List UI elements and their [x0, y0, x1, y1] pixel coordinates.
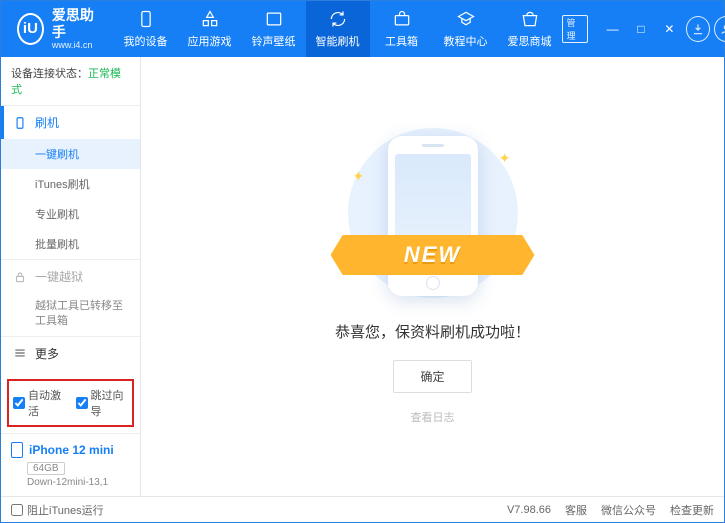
close-icon[interactable]: ✕	[657, 16, 681, 42]
support-link[interactable]: 客服	[565, 502, 587, 518]
nav-label: 应用游戏	[188, 33, 232, 49]
nav-label: 智能刷机	[316, 33, 360, 49]
sidebar-item-pro[interactable]: 专业刷机	[1, 199, 140, 229]
sidebar: 设备连接状态：正常模式 刷机 一键刷机 iTunes刷机 专业刷机 批量刷机 一…	[1, 57, 141, 496]
nav-label: 我的设备	[124, 33, 168, 49]
vip-badge[interactable]: 管理	[562, 15, 589, 43]
body: 设备连接状态：正常模式 刷机 一键刷机 iTunes刷机 专业刷机 批量刷机 一…	[1, 57, 724, 496]
wechat-link[interactable]: 微信公众号	[601, 502, 656, 518]
new-ribbon: NEW	[331, 235, 535, 275]
nav-label: 工具箱	[385, 33, 418, 49]
device-card[interactable]: iPhone 12 mini 64GB Down-12mini-13,1	[1, 433, 140, 496]
statusbar: 阻止iTunes运行 V7.98.66 客服 微信公众号 检查更新	[1, 496, 724, 522]
checkbox-input[interactable]	[13, 397, 25, 409]
sidebar-head-label: 更多	[35, 345, 59, 362]
check-update-link[interactable]: 检查更新	[670, 502, 714, 518]
device-name: iPhone 12 mini	[11, 442, 130, 458]
sidebar-item-batch[interactable]: 批量刷机	[1, 229, 140, 259]
nav-flash[interactable]: 智能刷机	[306, 1, 370, 57]
checkbox-input[interactable]	[76, 397, 88, 409]
chk-label: 跳过向导	[91, 387, 129, 419]
checkbox-input[interactable]	[11, 504, 23, 516]
sidebar-head-label: 一键越狱	[35, 268, 83, 285]
content-area: ✦ ✦ NEW 恭喜您，保资料刷机成功啦！ 确定 查看日志	[141, 57, 724, 496]
nav-apps[interactable]: 应用游戏	[178, 1, 242, 57]
chk-skip-guide[interactable]: 跳过向导	[76, 387, 129, 419]
maximize-icon[interactable]: □	[629, 16, 653, 42]
chk-label: 阻止iTunes运行	[27, 502, 104, 518]
sidebar-head-flash[interactable]: 刷机	[1, 106, 140, 139]
user-icon[interactable]	[714, 16, 725, 42]
chk-label: 自动激活	[28, 387, 66, 419]
nav-label: 教程中心	[444, 33, 488, 49]
app-name: 爱思助手	[52, 7, 98, 41]
sidebar-item-other[interactable]: 其他工具	[1, 370, 140, 373]
apps-icon	[200, 9, 220, 29]
nav-my-device[interactable]: 我的设备	[114, 1, 178, 57]
confirm-button[interactable]: 确定	[393, 360, 471, 393]
device-model: Down-12mini-13,1	[27, 477, 130, 488]
chk-auto-activate[interactable]: 自动激活	[13, 387, 66, 419]
nav-store[interactable]: 爱思商城	[498, 1, 562, 57]
logo-text: 爱思助手 www.i4.cn	[52, 7, 98, 51]
conn-label: 设备连接状态：	[11, 68, 88, 80]
store-icon	[520, 9, 540, 29]
connection-state: 设备连接状态：正常模式	[1, 57, 140, 106]
nav-tutorials[interactable]: 教程中心	[434, 1, 498, 57]
success-message: 恭喜您，保资料刷机成功啦！	[335, 321, 530, 342]
sparkle-icon: ✦	[499, 150, 511, 167]
nav-toolbox[interactable]: 工具箱	[370, 1, 434, 57]
nav-label: 爱思商城	[508, 33, 552, 49]
jailbreak-note: 越狱工具已转移至工具箱	[1, 293, 140, 336]
chk-block-itunes[interactable]: 阻止iTunes运行	[11, 502, 104, 518]
app-url: www.i4.cn	[52, 40, 98, 51]
logo-icon: iU	[17, 13, 44, 45]
download-icon[interactable]	[686, 16, 711, 42]
minimize-icon[interactable]: —	[600, 16, 624, 42]
refresh-icon	[328, 9, 348, 29]
toolbox-icon	[392, 9, 412, 29]
phone-icon	[136, 9, 156, 29]
main-nav: 我的设备 应用游戏 铃声壁纸 智能刷机 工具箱 教程中心 爱思商城	[114, 1, 562, 57]
illustration: ✦ ✦ NEW	[343, 128, 523, 303]
window-controls: 管理 — □ ✕	[562, 15, 725, 43]
sidebar-head-more[interactable]: 更多	[1, 337, 140, 370]
app-window: iU 爱思助手 www.i4.cn 我的设备 应用游戏 铃声壁纸 智能刷机 工具…	[0, 0, 725, 523]
titlebar: iU 爱思助手 www.i4.cn 我的设备 应用游戏 铃声壁纸 智能刷机 工具…	[1, 1, 724, 57]
tutorial-icon	[456, 9, 476, 29]
sparkle-icon: ✦	[353, 168, 365, 185]
view-log-link[interactable]: 查看日志	[411, 409, 455, 425]
wallpaper-icon	[264, 9, 284, 29]
sidebar-head-label: 刷机	[35, 114, 59, 131]
nav-ringtones[interactable]: 铃声壁纸	[242, 1, 306, 57]
sidebar-item-itunes[interactable]: iTunes刷机	[1, 169, 140, 199]
sidebar-item-oneclick[interactable]: 一键刷机	[1, 139, 140, 169]
nav-label: 铃声壁纸	[252, 33, 296, 49]
version-label: V7.98.66	[507, 504, 551, 516]
device-capacity: 64GB	[27, 462, 65, 475]
logo-area: iU 爱思助手 www.i4.cn	[1, 7, 114, 51]
option-checkboxes: 自动激活 跳过向导	[7, 379, 134, 427]
sidebar-head-jailbreak: 一键越狱	[1, 260, 140, 293]
